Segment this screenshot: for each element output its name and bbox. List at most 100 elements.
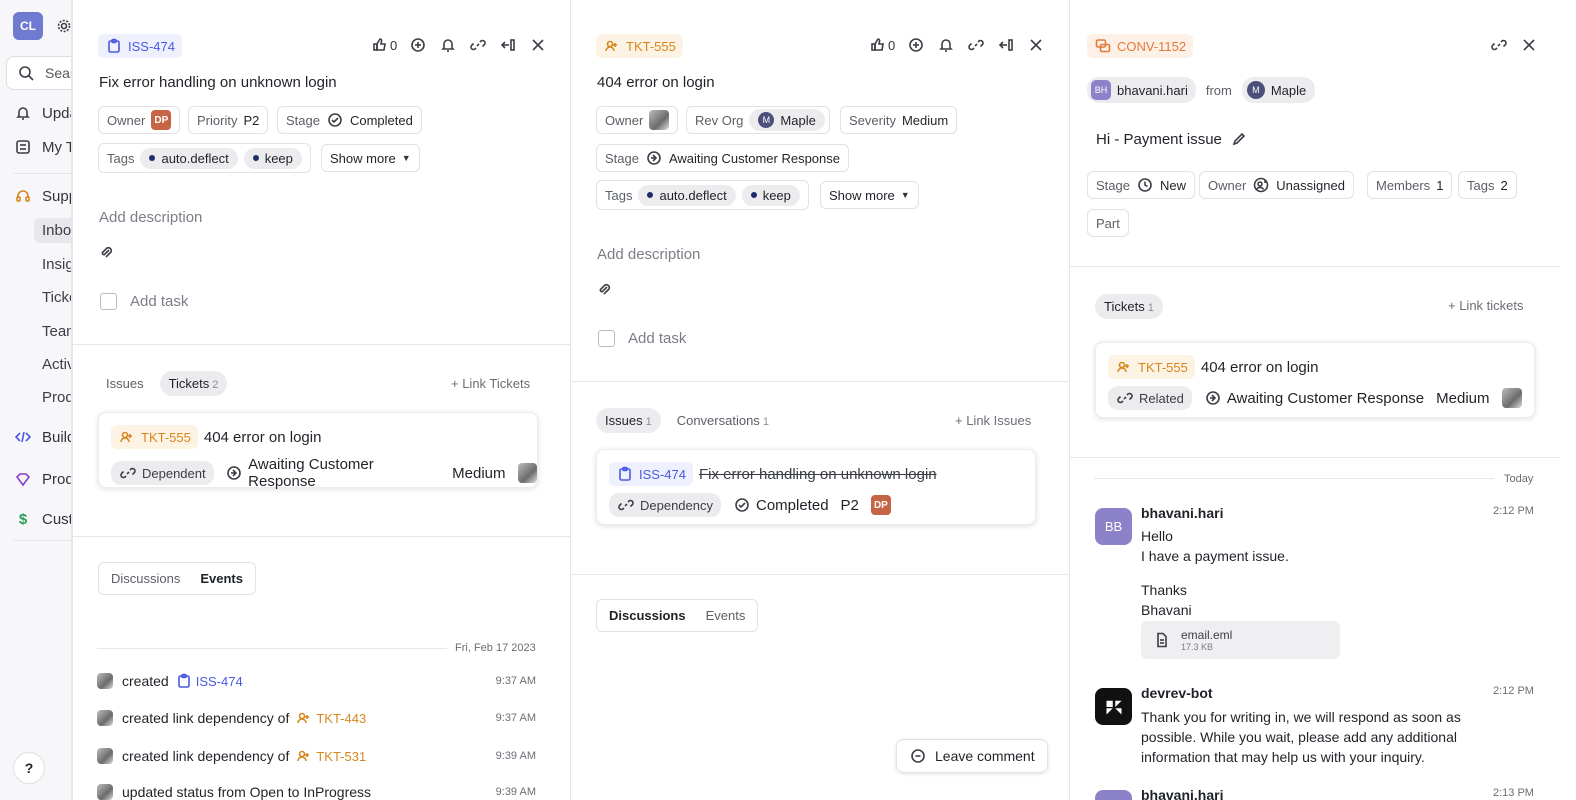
- owner-field[interactable]: Owner: [596, 106, 679, 134]
- tab-tickets[interactable]: Tickets 2: [159, 371, 228, 396]
- link-icon[interactable]: [967, 36, 985, 54]
- tags-field[interactable]: Tags 2: [1458, 171, 1517, 199]
- tag-chip[interactable]: keep: [741, 184, 800, 206]
- task-checkbox[interactable]: [100, 293, 117, 310]
- link-icon[interactable]: [469, 36, 487, 54]
- sidebar-item-product-mgmt[interactable]: Product: [14, 470, 71, 488]
- tab-discussions[interactable]: Discussions: [601, 604, 694, 627]
- linked-issue-card[interactable]: ISS-474 Fix error handling on unknown lo…: [596, 449, 1036, 525]
- sidebar-item-my-tasks[interactable]: My Tasks: [14, 138, 71, 156]
- add-description[interactable]: Add description: [99, 209, 202, 226]
- collapse-panel-icon[interactable]: [499, 36, 517, 54]
- show-more-button[interactable]: Show more ▼: [321, 144, 420, 172]
- workspace-avatar[interactable]: CL: [13, 12, 43, 40]
- tab-conversations[interactable]: Conversations 1: [669, 408, 777, 433]
- sidebar-item-customers[interactable]: $ Customers: [14, 510, 71, 528]
- sidebar-item-support[interactable]: Support: [14, 187, 71, 205]
- collapse-panel-icon[interactable]: [997, 36, 1015, 54]
- bell-icon[interactable]: [439, 36, 457, 54]
- event-text: created: [122, 673, 169, 689]
- tag-label: keep: [264, 150, 293, 166]
- paperclip-icon[interactable]: [595, 280, 613, 298]
- ticket-id-chip[interactable]: TKT-555: [596, 34, 683, 58]
- close-icon[interactable]: [1027, 36, 1045, 54]
- sidebar-item-inbox[interactable]: Inbox: [34, 218, 71, 243]
- tags-value: 2: [1500, 177, 1508, 193]
- paperclip-icon[interactable]: [97, 243, 115, 261]
- tab-events[interactable]: Events: [192, 567, 251, 590]
- comment-icon: [909, 747, 927, 765]
- add-task[interactable]: Add task: [130, 293, 188, 310]
- link-issues-button[interactable]: + Link Issues: [955, 413, 1031, 428]
- sidebar-search[interactable]: Search: [6, 56, 71, 90]
- upvote-button[interactable]: 0: [869, 36, 895, 54]
- from-label: from: [1205, 82, 1232, 98]
- pencil-icon[interactable]: [1230, 130, 1248, 148]
- sidebar-item-insights[interactable]: Insights: [42, 256, 71, 273]
- owner-field[interactable]: Owner Unassigned: [1199, 171, 1354, 199]
- stage-field[interactable]: Stage Completed: [277, 106, 422, 134]
- event-time: 9:37 AM: [495, 712, 536, 724]
- tab-events[interactable]: Events: [698, 604, 754, 627]
- ticket-status: Awaiting Customer Response: [1204, 389, 1424, 407]
- sidebar-item-build[interactable]: Build: [14, 428, 71, 446]
- rev-org-field[interactable]: Rev Org M Maple: [686, 106, 830, 134]
- headset-icon: [14, 187, 32, 205]
- severity-label: Severity: [849, 112, 896, 128]
- tab-issues[interactable]: Issues 1: [596, 408, 661, 433]
- sidebar-item-tickets[interactable]: Tickets: [42, 289, 71, 306]
- link-icon[interactable]: [1490, 36, 1508, 54]
- tab-discussions[interactable]: Discussions: [103, 567, 188, 590]
- linked-ticket-card[interactable]: TKT-555 404 error on login Dependent Awa…: [98, 412, 538, 490]
- close-icon[interactable]: [529, 36, 547, 54]
- conversation-id-chip[interactable]: CONV-1152: [1087, 34, 1194, 58]
- tag-chip[interactable]: keep: [243, 147, 302, 169]
- org-chip[interactable]: M Maple: [1241, 77, 1316, 103]
- issue-title[interactable]: Fix error handling on unknown login: [99, 74, 337, 91]
- gear-icon[interactable]: [55, 17, 71, 35]
- stage-field[interactable]: Stage New: [1087, 171, 1195, 199]
- bell-icon[interactable]: [937, 36, 955, 54]
- tab-issues[interactable]: Issues: [98, 371, 152, 396]
- upvote-button[interactable]: 0: [371, 36, 397, 54]
- owner-field[interactable]: Owner DP: [98, 106, 181, 134]
- leave-comment-button[interactable]: Leave comment: [896, 739, 1048, 773]
- event-ref-link[interactable]: TKT-443: [295, 709, 366, 727]
- linked-ticket-card[interactable]: TKT-555 404 error on login Related Await…: [1095, 342, 1535, 418]
- sidebar-item-team[interactable]: Team: [42, 323, 71, 340]
- tag-chip[interactable]: auto.deflect: [638, 184, 736, 206]
- event-ref-link[interactable]: TKT-531: [295, 747, 366, 765]
- tags-field[interactable]: Tags auto.deflect keep: [98, 143, 311, 173]
- sidebar-item-updates[interactable]: Updates: [14, 104, 71, 122]
- sidebar-item-product[interactable]: Product: [42, 389, 71, 406]
- user-avatar: BB: [1095, 790, 1132, 800]
- close-icon[interactable]: [1520, 36, 1538, 54]
- issue-id: ISS-474: [128, 38, 175, 54]
- tab-tickets[interactable]: Tickets 1: [1095, 294, 1163, 319]
- linked-issue-header: ISS-474 Fix error handling on unknown lo…: [609, 462, 937, 486]
- show-more-button[interactable]: Show more ▼: [820, 181, 919, 209]
- relation-label: Related: [1139, 390, 1184, 406]
- members-field[interactable]: Members 1: [1367, 171, 1453, 199]
- event-ref-link[interactable]: ISS-474: [175, 672, 243, 690]
- ticket-title[interactable]: 404 error on login: [597, 74, 715, 91]
- issue-id-chip[interactable]: ISS-474: [98, 34, 182, 58]
- tag-chip[interactable]: auto.deflect: [140, 147, 238, 169]
- add-circle-icon[interactable]: [409, 36, 427, 54]
- file-attachment[interactable]: email.eml 17.3 KB: [1141, 621, 1340, 659]
- add-description[interactable]: Add description: [597, 246, 700, 263]
- add-task[interactable]: Add task: [628, 330, 686, 347]
- task-checkbox[interactable]: [598, 330, 615, 347]
- part-field[interactable]: Part: [1087, 209, 1129, 237]
- from-user-chip[interactable]: BH bhavani.hari: [1087, 77, 1196, 103]
- link-tickets-button[interactable]: + Link Tickets: [451, 376, 530, 391]
- conversation-title[interactable]: Hi - Payment issue: [1096, 130, 1248, 148]
- stage-field[interactable]: Stage Awaiting Customer Response: [596, 144, 849, 172]
- link-tickets-button[interactable]: + Link tickets: [1448, 298, 1524, 313]
- tags-field[interactable]: Tags auto.deflect keep: [596, 180, 809, 210]
- add-circle-icon[interactable]: [907, 36, 925, 54]
- severity-field[interactable]: Severity Medium: [840, 106, 958, 134]
- help-button[interactable]: ?: [13, 752, 45, 784]
- sidebar-item-activity[interactable]: Activity: [42, 356, 71, 373]
- priority-field[interactable]: Priority P2: [188, 106, 269, 134]
